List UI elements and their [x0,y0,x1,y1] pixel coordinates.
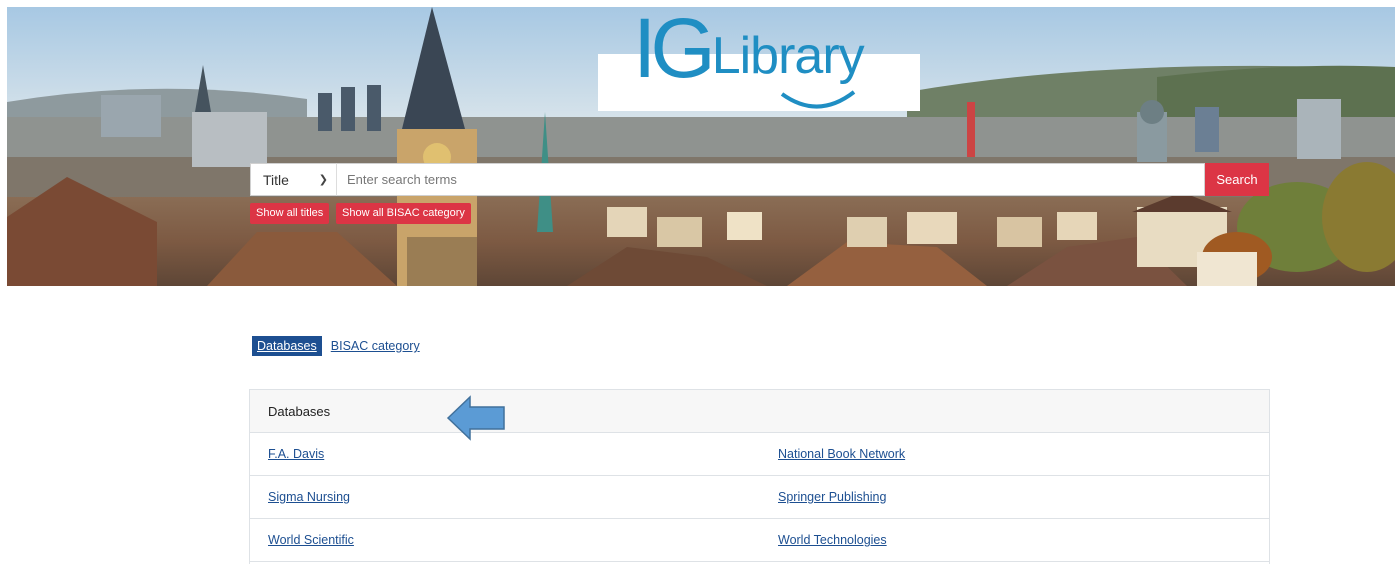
table-row: F.A. Davis National Book Network [250,433,1269,476]
table-row: World Scientific World Technologies [250,519,1269,562]
search-field-selected: Title [263,171,289,188]
database-link[interactable]: National Book Network [778,447,905,461]
database-link[interactable]: Sigma Nursing [268,490,350,504]
show-all-bisac-button[interactable]: Show all BISAC category [336,203,471,224]
search-bar: Title ❯ Search [250,163,1269,196]
databases-panel: Databases F.A. Davis National Book Netwo… [249,389,1270,564]
show-all-titles-button[interactable]: Show all titles [250,203,330,224]
table-row: Sigma Nursing Springer Publishing [250,476,1269,519]
database-link[interactable]: Springer Publishing [778,490,886,504]
chevron-down-icon: ❯ [318,174,328,186]
panel-heading: Databases [250,390,1269,433]
left-arrow-icon [446,395,505,441]
logo-smile-icon [780,90,856,109]
search-input[interactable] [337,163,1205,196]
tab-databases[interactable]: Databases [252,336,322,356]
search-button[interactable]: Search [1205,163,1269,196]
database-link[interactable]: F.A. Davis [268,447,324,461]
logo-ig-text: IG [633,7,716,95]
logo[interactable]: IGLibrary [633,7,865,90]
tab-bar: Databases BISAC category [252,336,420,356]
logo-library-text: Library [711,27,865,85]
database-link[interactable]: World Technologies [778,533,887,547]
hero-banner: IGLibrary [7,7,1395,286]
search-field-select[interactable]: Title ❯ [250,163,337,196]
database-link[interactable]: World Scientific [268,533,354,547]
tab-bisac-category[interactable]: BISAC category [331,339,420,353]
